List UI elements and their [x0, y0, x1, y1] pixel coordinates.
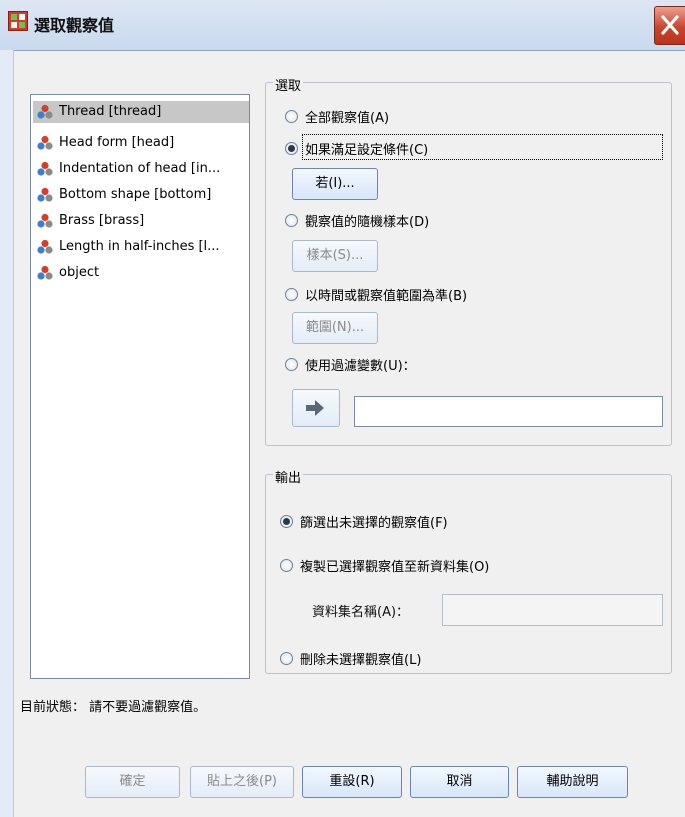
output-group-label: 輸出 [273, 467, 304, 486]
window-frame-left [0, 50, 14, 817]
variable-item[interactable]: Bottom shape [bottom] [37, 184, 247, 206]
nominal-variable-icon [37, 239, 53, 254]
dataset-name-field[interactable] [442, 594, 663, 626]
reset-button[interactable]: 重設(R) [302, 766, 402, 798]
all-cases-radio[interactable] [285, 110, 298, 123]
cancel-button[interactable]: 取消 [410, 766, 509, 798]
nominal-variable-icon [37, 135, 53, 150]
close-icon [661, 15, 679, 35]
move-variable-button[interactable] [292, 389, 340, 427]
delete-unselected-radio[interactable] [280, 652, 293, 665]
variable-item[interactable]: Indentation of head [in... [37, 158, 247, 180]
copy-to-dataset-label: 複製已選擇觀察值至新資料集(O) [300, 560, 490, 575]
variable-item[interactable]: Thread [thread] [33, 101, 249, 123]
variable-item[interactable]: Brass [brass] [37, 210, 247, 232]
filter-unselected-radio[interactable] [280, 515, 293, 528]
range-button[interactable]: 範圍(N)... [292, 312, 378, 344]
time-range-radio[interactable] [285, 288, 298, 301]
nominal-variable-icon [37, 104, 53, 119]
variable-item[interactable]: Head form [head] [37, 132, 247, 154]
filter-variable-radio[interactable] [285, 358, 298, 371]
filter-variable-field[interactable] [354, 396, 663, 427]
select-group-label: 選取 [273, 75, 304, 94]
all-cases-label: 全部觀察值(A) [305, 111, 390, 126]
variable-item[interactable]: Length in half-inches [l... [37, 236, 247, 258]
dataset-name-label: 資料集名稱(A)： [312, 605, 410, 620]
if-button[interactable]: 若(I)... [292, 168, 378, 200]
help-button[interactable]: 輔助說明 [517, 766, 628, 798]
variable-item[interactable]: object [37, 262, 247, 284]
right-arrow-icon [306, 400, 324, 416]
close-button[interactable] [654, 6, 685, 45]
nominal-variable-icon [37, 187, 53, 202]
delete-unselected-label: 刪除未選擇觀察值(L) [300, 653, 422, 668]
paste-button[interactable]: 貼上之後(P) [190, 766, 294, 798]
dialog-app-icon [8, 11, 28, 31]
nominal-variable-icon [37, 213, 53, 228]
filter-variable-label: 使用過濾變數(U)： [305, 359, 416, 374]
status-text: 目前狀態： 請不要過濾觀察值。 [20, 700, 207, 715]
sample-button[interactable]: 樣本(S)... [292, 240, 378, 272]
ok-button[interactable]: 確定 [85, 766, 180, 798]
nominal-variable-icon [37, 265, 53, 280]
if-condition-label: 如果滿足設定條件(C) [305, 143, 429, 158]
window-title: 選取觀察值 [34, 16, 115, 35]
time-range-label: 以時間或觀察值範圍為準(B) [305, 289, 468, 304]
filter-unselected-label: 篩選出未選擇的觀察值(F) [300, 516, 448, 531]
variable-list[interactable]: Thread [thread] Head form [head] Indenta… [30, 94, 250, 679]
random-sample-radio[interactable] [285, 214, 298, 227]
random-sample-label: 觀察值的隨機樣本(D) [305, 215, 430, 230]
if-condition-radio[interactable] [285, 142, 298, 155]
copy-to-dataset-radio[interactable] [280, 559, 293, 572]
nominal-variable-icon [37, 161, 53, 176]
